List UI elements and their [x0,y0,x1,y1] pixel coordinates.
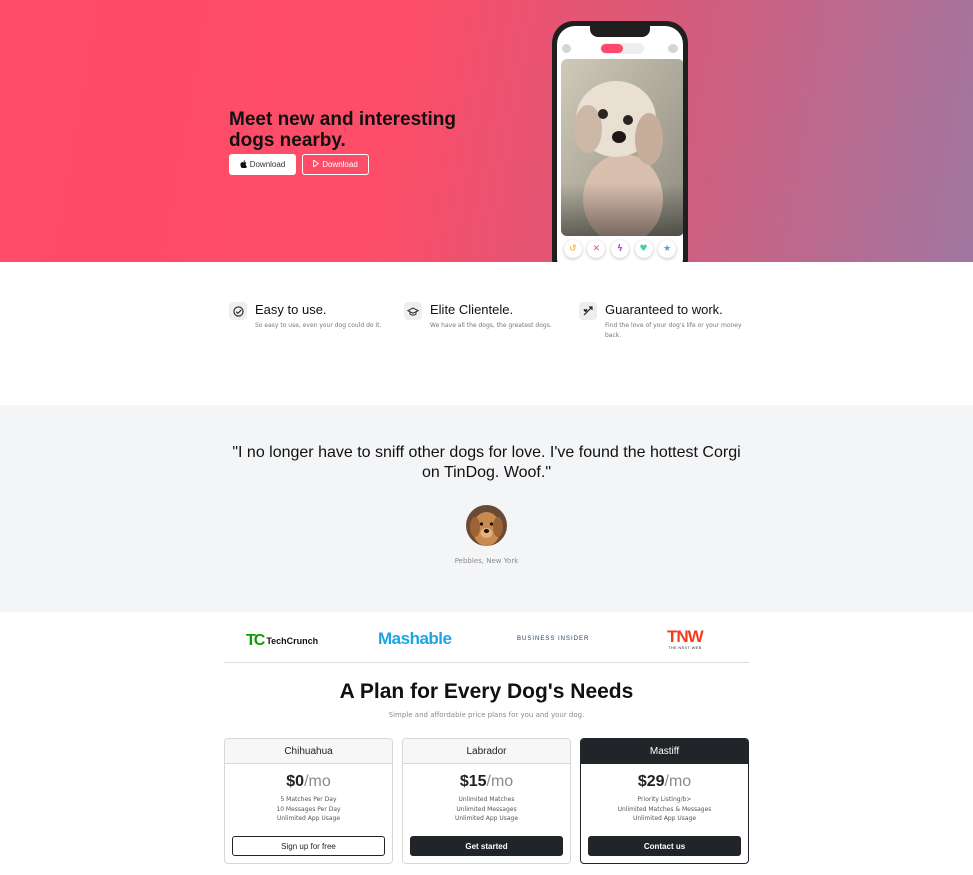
plan-name: Mastiff [581,739,748,764]
contact-us-button[interactable]: Contact us [588,836,741,856]
feature-title: Guaranteed to work. [605,302,723,317]
plan-period: /mo [664,773,692,790]
phone-notch [590,26,650,37]
techcrunch-mark: TC [246,632,265,649]
plan-feature: Priority Listing/b> [637,796,692,803]
rewind-icon: ↺ [563,240,582,258]
plan-card-mastiff: Mastiff $29/mo Priority Listing/b> Unlim… [580,738,749,864]
super-like-icon: ★ [658,240,677,258]
plan-amount: $0 [286,773,305,790]
app-top-bar [557,43,683,55]
plan-price: $15/mo [403,773,570,791]
chat-icon [668,44,678,53]
plan-price: $29/mo [581,773,748,791]
mode-toggle [600,43,644,54]
press-section: TC TechCrunch Mashable BUSINESS INSIDER … [224,621,749,663]
plan-amount: $15 [459,773,487,790]
testimonial-quote: "I no longer have to sniff other dogs fo… [232,444,741,481]
plan-price: $0/mo [225,773,392,791]
plan-features: 5 Matches Per Day 10 Messages Per Day Un… [225,795,392,824]
apple-icon [240,159,247,170]
bullseye-icon [404,302,422,320]
feature-text: So easy to use, even your dog could do i… [255,322,382,329]
plan-feature: 5 Matches Per Day [280,796,337,803]
plan-feature: Unlimited App Usage [454,815,519,822]
flame-icon [601,44,623,53]
apple-download-button[interactable]: Download [229,154,296,175]
pricing-subtitle: Simple and affordable price plans for yo… [388,711,585,719]
plan-card-chihuahua: Chihuahua $0/mo 5 Matches Per Day 10 Mes… [224,738,393,864]
tnw-logo: TNW THE NEXT WEB [667,627,704,650]
like-icon: ♥ [634,240,653,258]
business-insider-logo: BUSINESS INSIDER [517,636,590,642]
plan-features: Priority Listing/b> Unlimited Matches & … [581,795,748,824]
plan-feature: Unlimited Messages [456,805,517,813]
dog-photo-card [561,59,683,236]
feature-title: Elite Clientele. [430,302,514,317]
plan-feature: Unlimited App Usage [276,815,341,822]
google-play-download-button[interactable]: Download [302,154,369,175]
plan-feature: Unlimited Matches & Messages [617,805,712,813]
plan-name: Chihuahua [225,739,392,764]
plan-name: Labrador [403,739,570,764]
tnw-subtitle: THE NEXT WEB [668,645,702,650]
features-section: Easy to use. So easy to use, even your d… [0,262,973,405]
check-circle-icon [229,302,247,320]
sign-up-free-button[interactable]: Sign up for free [232,836,385,856]
pricing-title: A Plan for Every Dog's Needs [339,680,634,703]
plan-amount: $29 [637,773,665,790]
apple-download-label: Download [249,160,286,169]
hero-section: Meet new and interesting dogs nearby. Do… [0,0,973,262]
get-started-button[interactable]: Get started [410,836,563,856]
plan-card-labrador: Labrador $15/mo Unlimited Matches Unlimi… [402,738,571,864]
nope-icon: ✕ [587,240,606,258]
plan-feature: Unlimited App Usage [632,815,697,822]
plan-period: /mo [304,773,331,790]
feature-title: Easy to use. [255,302,327,317]
avatar [466,505,507,546]
plan-feature: Unlimited Matches [458,796,515,803]
hero-title: Meet new and interesting dogs nearby. [229,109,456,151]
feature-text: Find the love of your dog's life or your… [605,322,742,339]
plan-features: Unlimited Matches Unlimited Messages Unl… [403,795,570,824]
boost-icon: ϟ [610,240,629,258]
mashable-logo: Mashable [378,629,452,648]
tnw-mark: TNW [667,627,704,646]
plan-feature: 10 Messages Per Day [276,805,341,813]
user-icon [562,44,571,53]
techcrunch-logo: TC TechCrunch [246,632,318,650]
techcrunch-text: TechCrunch [266,636,319,646]
plan-period: /mo [486,773,514,790]
phone-screen: ↺ ✕ ϟ ♥ ★ [557,26,683,262]
heart-icon [579,302,597,320]
google-play-icon [313,159,320,169]
iphone-mockup-image: ↺ ✕ ϟ ♥ ★ [552,21,688,262]
testimonial-section: "I no longer have to sniff other dogs fo… [0,405,973,612]
play-download-label: Download [322,160,358,169]
swipe-actions: ↺ ✕ ϟ ♥ ★ [557,240,683,258]
testimonial-author: Pebbles, New York [454,557,519,565]
feature-text: We have all the dogs, the greatest dogs. [430,322,552,329]
